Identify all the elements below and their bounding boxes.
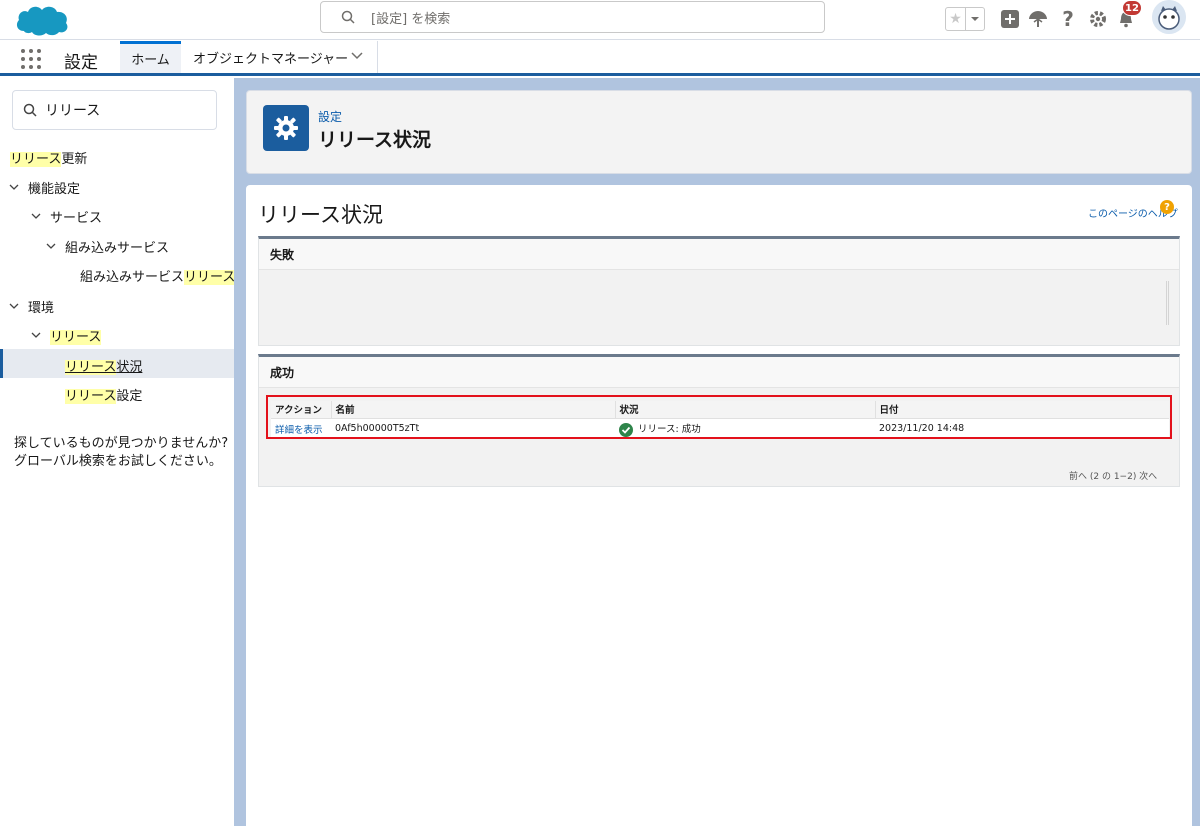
sidebar-item-embedded-service-deployments[interactable]: 組み込みサービスリリース	[80, 266, 236, 285]
tab-object-manager-label: オブジェクトマネージャー	[193, 51, 349, 67]
trailhead-guidance-icon[interactable]	[1026, 5, 1050, 33]
user-avatar[interactable]	[1152, 0, 1186, 34]
sidebar-item-release-updates[interactable]: リリース更新	[10, 148, 87, 167]
setup-gear-icon[interactable]	[1086, 5, 1110, 33]
sidebar-item-label: 状況	[116, 360, 143, 375]
app-name: 設定	[64, 53, 98, 73]
tab-object-manager[interactable]: オブジェクトマネージャー	[181, 41, 378, 73]
chevron-down-icon[interactable]	[9, 301, 19, 311]
setup-gear-icon	[263, 105, 309, 151]
chevron-down-icon[interactable]	[31, 330, 41, 340]
notification-count-badge: 12	[1122, 0, 1142, 16]
sidebar-item-label: 設定	[116, 389, 143, 404]
setup-sidebar: リリース リリース更新 機能設定 サービス 組み込みサービス 組み込みサービスリ…	[0, 78, 236, 826]
failed-section: 失敗	[258, 236, 1180, 346]
search-placeholder: [設定] を検索	[371, 11, 451, 27]
search-match-highlight: リリース	[50, 330, 102, 345]
sidebar-help-text: 探しているものが見つかりませんか? グローバル検索をお試しください。	[14, 435, 228, 471]
global-search-input[interactable]: [設定] を検索	[320, 1, 825, 33]
sidebar-item-label: 更新	[61, 152, 88, 167]
tab-home[interactable]: ホーム	[120, 41, 181, 73]
quick-find-input[interactable]: リリース	[12, 90, 217, 130]
search-match-highlight: リリース	[65, 389, 117, 404]
sidebar-item-deployment-status[interactable]: リリース状況	[65, 356, 142, 375]
failed-section-header: 失敗	[259, 239, 1179, 270]
annotation-highlight-box	[266, 395, 1172, 439]
search-match-highlight: リリース	[10, 152, 62, 167]
content-panel: リリース状況 このページのヘルプ ? 失敗 成功 アクション 名前 状況 日付 …	[246, 185, 1192, 826]
page-header: 設定 リリース状況	[246, 90, 1192, 174]
search-match-highlight: リリース	[65, 360, 117, 375]
content-title: リリース状況	[258, 203, 383, 227]
quick-find-value: リリース	[45, 103, 101, 119]
chevron-down-icon[interactable]	[351, 52, 363, 60]
global-actions-plus-icon[interactable]	[998, 5, 1022, 33]
sidebar-item-deploy[interactable]: リリース	[50, 326, 102, 345]
sidebar-item-environments[interactable]: 環境	[28, 297, 54, 316]
search-icon	[341, 10, 355, 24]
help-text-line: 探しているものが見つかりませんか?	[14, 436, 229, 451]
help-question-icon[interactable]: ?	[1160, 200, 1174, 214]
sidebar-item-label: 組み込みサービス	[80, 270, 185, 285]
favorites-dropdown-icon[interactable]	[966, 8, 984, 30]
search-match-highlight: リリース	[184, 270, 236, 285]
chevron-down-icon[interactable]	[9, 182, 19, 192]
sidebar-item-deployment-settings[interactable]: リリース設定	[65, 385, 142, 404]
star-icon[interactable]: ★	[946, 8, 966, 30]
app-nav-bar: 設定 ホーム オブジェクトマネージャー	[0, 41, 1200, 76]
favorites-button[interactable]: ★	[945, 7, 985, 31]
chevron-down-icon[interactable]	[46, 241, 56, 251]
success-section-header: 成功	[259, 357, 1179, 388]
search-icon	[23, 103, 37, 117]
sidebar-item-service[interactable]: サービス	[50, 207, 102, 226]
app-launcher-icon[interactable]	[21, 49, 41, 69]
salesforce-logo[interactable]	[14, 3, 70, 37]
sidebar-item-feature-settings[interactable]: 機能設定	[28, 178, 80, 197]
help-text-line: グローバル検索をお試しください。	[14, 454, 222, 469]
chevron-down-icon[interactable]	[31, 211, 41, 221]
breadcrumb[interactable]: 設定	[318, 108, 342, 125]
page-title: リリース状況	[318, 129, 432, 151]
sidebar-item-embedded-service[interactable]: 組み込みサービス	[65, 237, 169, 256]
pagination[interactable]: 前へ (2 の 1−2) 次へ	[1069, 469, 1157, 482]
global-header: [設定] を検索 ★ ? 12	[0, 0, 1200, 40]
help-icon[interactable]: ?	[1056, 5, 1080, 33]
scrollbar[interactable]	[1166, 281, 1169, 325]
